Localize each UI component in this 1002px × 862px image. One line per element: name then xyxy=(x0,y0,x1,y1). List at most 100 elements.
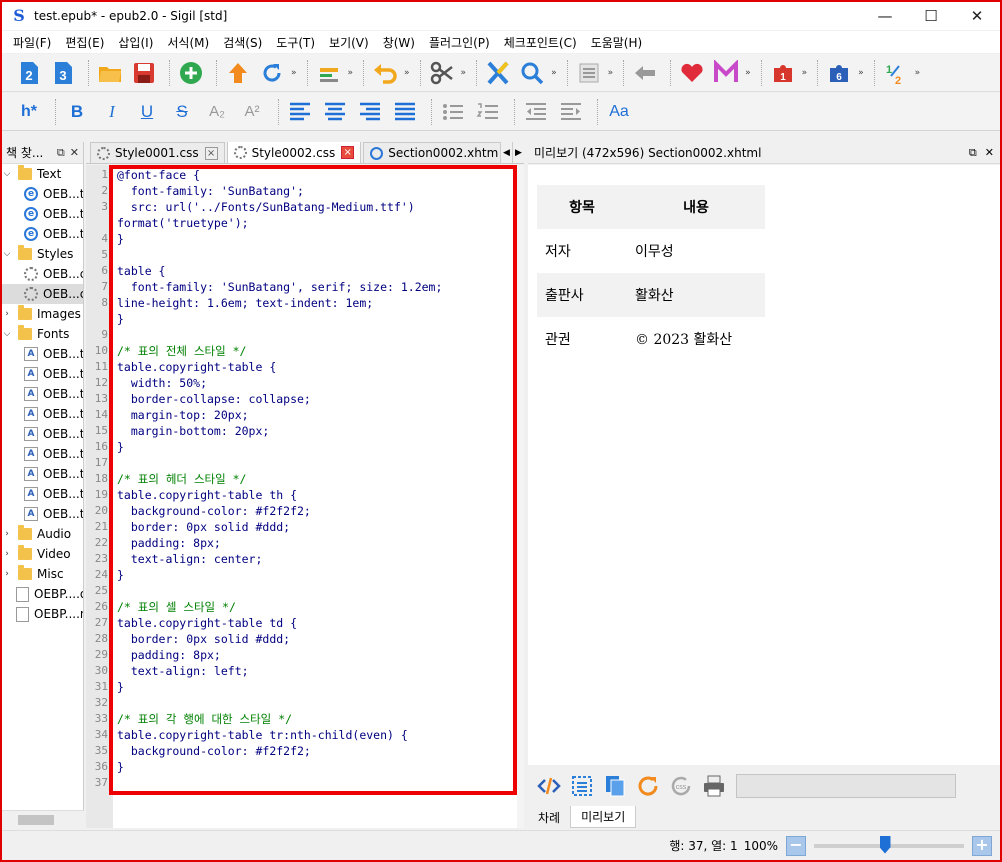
code-line[interactable]: 24} xyxy=(86,567,524,583)
tree-item-ie[interactable]: e OEB...t xyxy=(2,184,83,204)
tree-item-folder[interactable]: ⌵ Text xyxy=(2,164,83,184)
menu-format[interactable]: 서식(M) xyxy=(160,34,216,51)
code-line[interactable]: 26 /* 표의 셀 스타일 */ xyxy=(86,599,524,615)
align-right-icon[interactable] xyxy=(355,97,385,127)
code-line[interactable]: 6 table { xyxy=(86,263,524,279)
align-justify-icon[interactable] xyxy=(390,97,420,127)
plugin-1-icon[interactable]: 1 xyxy=(768,58,798,88)
outdent-icon[interactable] xyxy=(521,97,551,127)
code-line[interactable]: 34 table.copyright-table tr:nth-child(eve… xyxy=(86,727,524,743)
code-line[interactable]: format('truetype'); xyxy=(86,215,524,231)
toolbar-overflow[interactable]: » xyxy=(348,68,354,78)
code-line[interactable]: 22 padding: 8px; xyxy=(86,535,524,551)
align-center-icon[interactable] xyxy=(320,97,350,127)
indent-icon[interactable] xyxy=(556,97,586,127)
toolbar-overflow[interactable]: » xyxy=(915,68,921,78)
menu-plugins[interactable]: 플러그인(P) xyxy=(422,34,497,51)
code-line[interactable]: 23 text-align: center; xyxy=(86,551,524,567)
toolbar-overflow[interactable]: » xyxy=(551,68,557,78)
code-line[interactable]: 25 xyxy=(86,583,524,599)
menu-search[interactable]: 검색(S) xyxy=(216,34,269,51)
tree-item-folder[interactable]: ⌵ Styles xyxy=(2,244,83,264)
code-line[interactable]: 19 table.copyright-table th { xyxy=(86,487,524,503)
code-line[interactable]: 9 xyxy=(86,327,524,343)
tree-item-file[interactable]: OEBP....o xyxy=(2,584,83,604)
tree-item-font[interactable]: A OEB...t xyxy=(2,484,83,504)
open-folder-icon[interactable] xyxy=(95,58,125,88)
code-editor[interactable]: 1 @font-face {2 font-family: 'SunBatang';… xyxy=(86,165,524,828)
code-line[interactable]: 3 src: url('../Fonts/SunBatang-Medium.tt… xyxy=(86,199,524,215)
undo-icon[interactable] xyxy=(370,58,400,88)
toolbar-overflow[interactable]: » xyxy=(404,68,410,78)
chevron-icon[interactable]: ⌵ xyxy=(2,169,12,179)
zoom-out-button[interactable]: − xyxy=(786,835,806,856)
tab-style0001-css[interactable]: Style0001.css × xyxy=(90,142,225,163)
menu-tools[interactable]: 도구(T) xyxy=(269,34,322,51)
toolbar-overflow[interactable]: » xyxy=(608,68,614,78)
epub3-icon[interactable]: 3 xyxy=(48,58,78,88)
tree-item-font[interactable]: A OEB...t xyxy=(2,384,83,404)
code-line[interactable]: 2 font-family: 'SunBatang'; xyxy=(86,183,524,199)
strikethrough-button[interactable]: S xyxy=(167,97,197,127)
code-line[interactable]: 35 background-color: #f2f2f2; xyxy=(86,743,524,759)
code-line[interactable]: 15 margin-bottom: 20px; xyxy=(86,423,524,439)
align-left-icon[interactable] xyxy=(285,97,315,127)
cut-icon[interactable] xyxy=(427,58,457,88)
tab-toc[interactable]: 차례 xyxy=(528,806,570,828)
italic-button[interactable]: I xyxy=(97,97,127,127)
toolbar-overflow[interactable]: » xyxy=(291,68,297,78)
preview-input-field[interactable] xyxy=(736,774,956,798)
tab-close-icon[interactable]: × xyxy=(341,146,355,159)
code-line[interactable]: 5 xyxy=(86,247,524,263)
code-line[interactable]: 7 font-family: 'SunBatang', serif; size:… xyxy=(86,279,524,295)
bullet-list-icon[interactable] xyxy=(438,97,468,127)
css-icon[interactable]: css xyxy=(668,773,694,799)
save-icon[interactable] xyxy=(129,58,159,88)
code-area[interactable]: 1 @font-face {2 font-family: 'SunBatang';… xyxy=(86,167,524,791)
epub2-icon[interactable]: 2 xyxy=(14,58,44,88)
float-preview-icon[interactable]: ⧉ xyxy=(969,146,977,160)
chevron-icon[interactable]: › xyxy=(2,549,12,559)
code-line[interactable]: 29 padding: 8px; xyxy=(86,647,524,663)
font-case-dropdown[interactable]: Aa xyxy=(604,97,634,127)
tree-item-font[interactable]: A OEB...t xyxy=(2,364,83,384)
code-line[interactable]: 30 text-align: left; xyxy=(86,663,524,679)
maximize-button[interactable]: ☐ xyxy=(908,2,954,30)
toolbar-overflow[interactable]: » xyxy=(461,68,467,78)
tree-item-font[interactable]: A OEB...t xyxy=(2,404,83,424)
menu-checkpoints[interactable]: 체크포인트(C) xyxy=(497,34,584,51)
chevron-icon[interactable]: › xyxy=(2,529,12,539)
menu-insert[interactable]: 삽입(I) xyxy=(111,34,160,51)
tab-scroll-left-icon[interactable]: ◀ xyxy=(500,142,512,163)
chevron-icon[interactable]: › xyxy=(2,569,12,579)
code-view-icon[interactable] xyxy=(536,773,562,799)
tab-scroll-right-icon[interactable]: ▶ xyxy=(512,142,524,163)
sort-numbers-icon[interactable]: 12 xyxy=(881,58,911,88)
arrow-up-icon[interactable] xyxy=(223,58,253,88)
underline-button[interactable]: U xyxy=(132,97,162,127)
tab-close-icon[interactable]: × xyxy=(204,146,218,160)
heart-icon[interactable] xyxy=(677,58,707,88)
tree-item-folder[interactable]: › Misc xyxy=(2,564,83,584)
tab-style0002-css[interactable]: Style0002.css × xyxy=(226,142,362,163)
code-line[interactable]: 4} xyxy=(86,231,524,247)
code-line[interactable]: 11 table.copyright-table { xyxy=(86,359,524,375)
validate-x-icon[interactable] xyxy=(483,58,513,88)
add-file-icon[interactable] xyxy=(176,58,206,88)
horizontal-scrollbar[interactable] xyxy=(2,810,84,828)
tab-section0002-xhtm[interactable]: Section0002.xhtm xyxy=(363,142,506,163)
code-line[interactable]: 37 xyxy=(86,775,524,791)
code-line[interactable]: 16} xyxy=(86,439,524,455)
menu-window[interactable]: 창(W) xyxy=(376,34,422,51)
print-icon[interactable] xyxy=(701,773,727,799)
code-line[interactable]: 27 table.copyright-table td { xyxy=(86,615,524,631)
tree-item-folder[interactable]: ⌵ Fonts xyxy=(2,324,83,344)
superscript-button[interactable]: A² xyxy=(237,97,267,127)
tree-item-ie[interactable]: e OEB...t xyxy=(2,224,83,244)
select-all-icon[interactable] xyxy=(569,773,595,799)
heading-dropdown[interactable]: h* xyxy=(14,97,44,127)
menu-file[interactable]: 파일(F) xyxy=(6,34,58,51)
tree-item-font[interactable]: A OEB...t xyxy=(2,444,83,464)
numbered-list-icon[interactable] xyxy=(473,97,503,127)
code-line[interactable]: 18 /* 표의 헤더 스타일 */ xyxy=(86,471,524,487)
